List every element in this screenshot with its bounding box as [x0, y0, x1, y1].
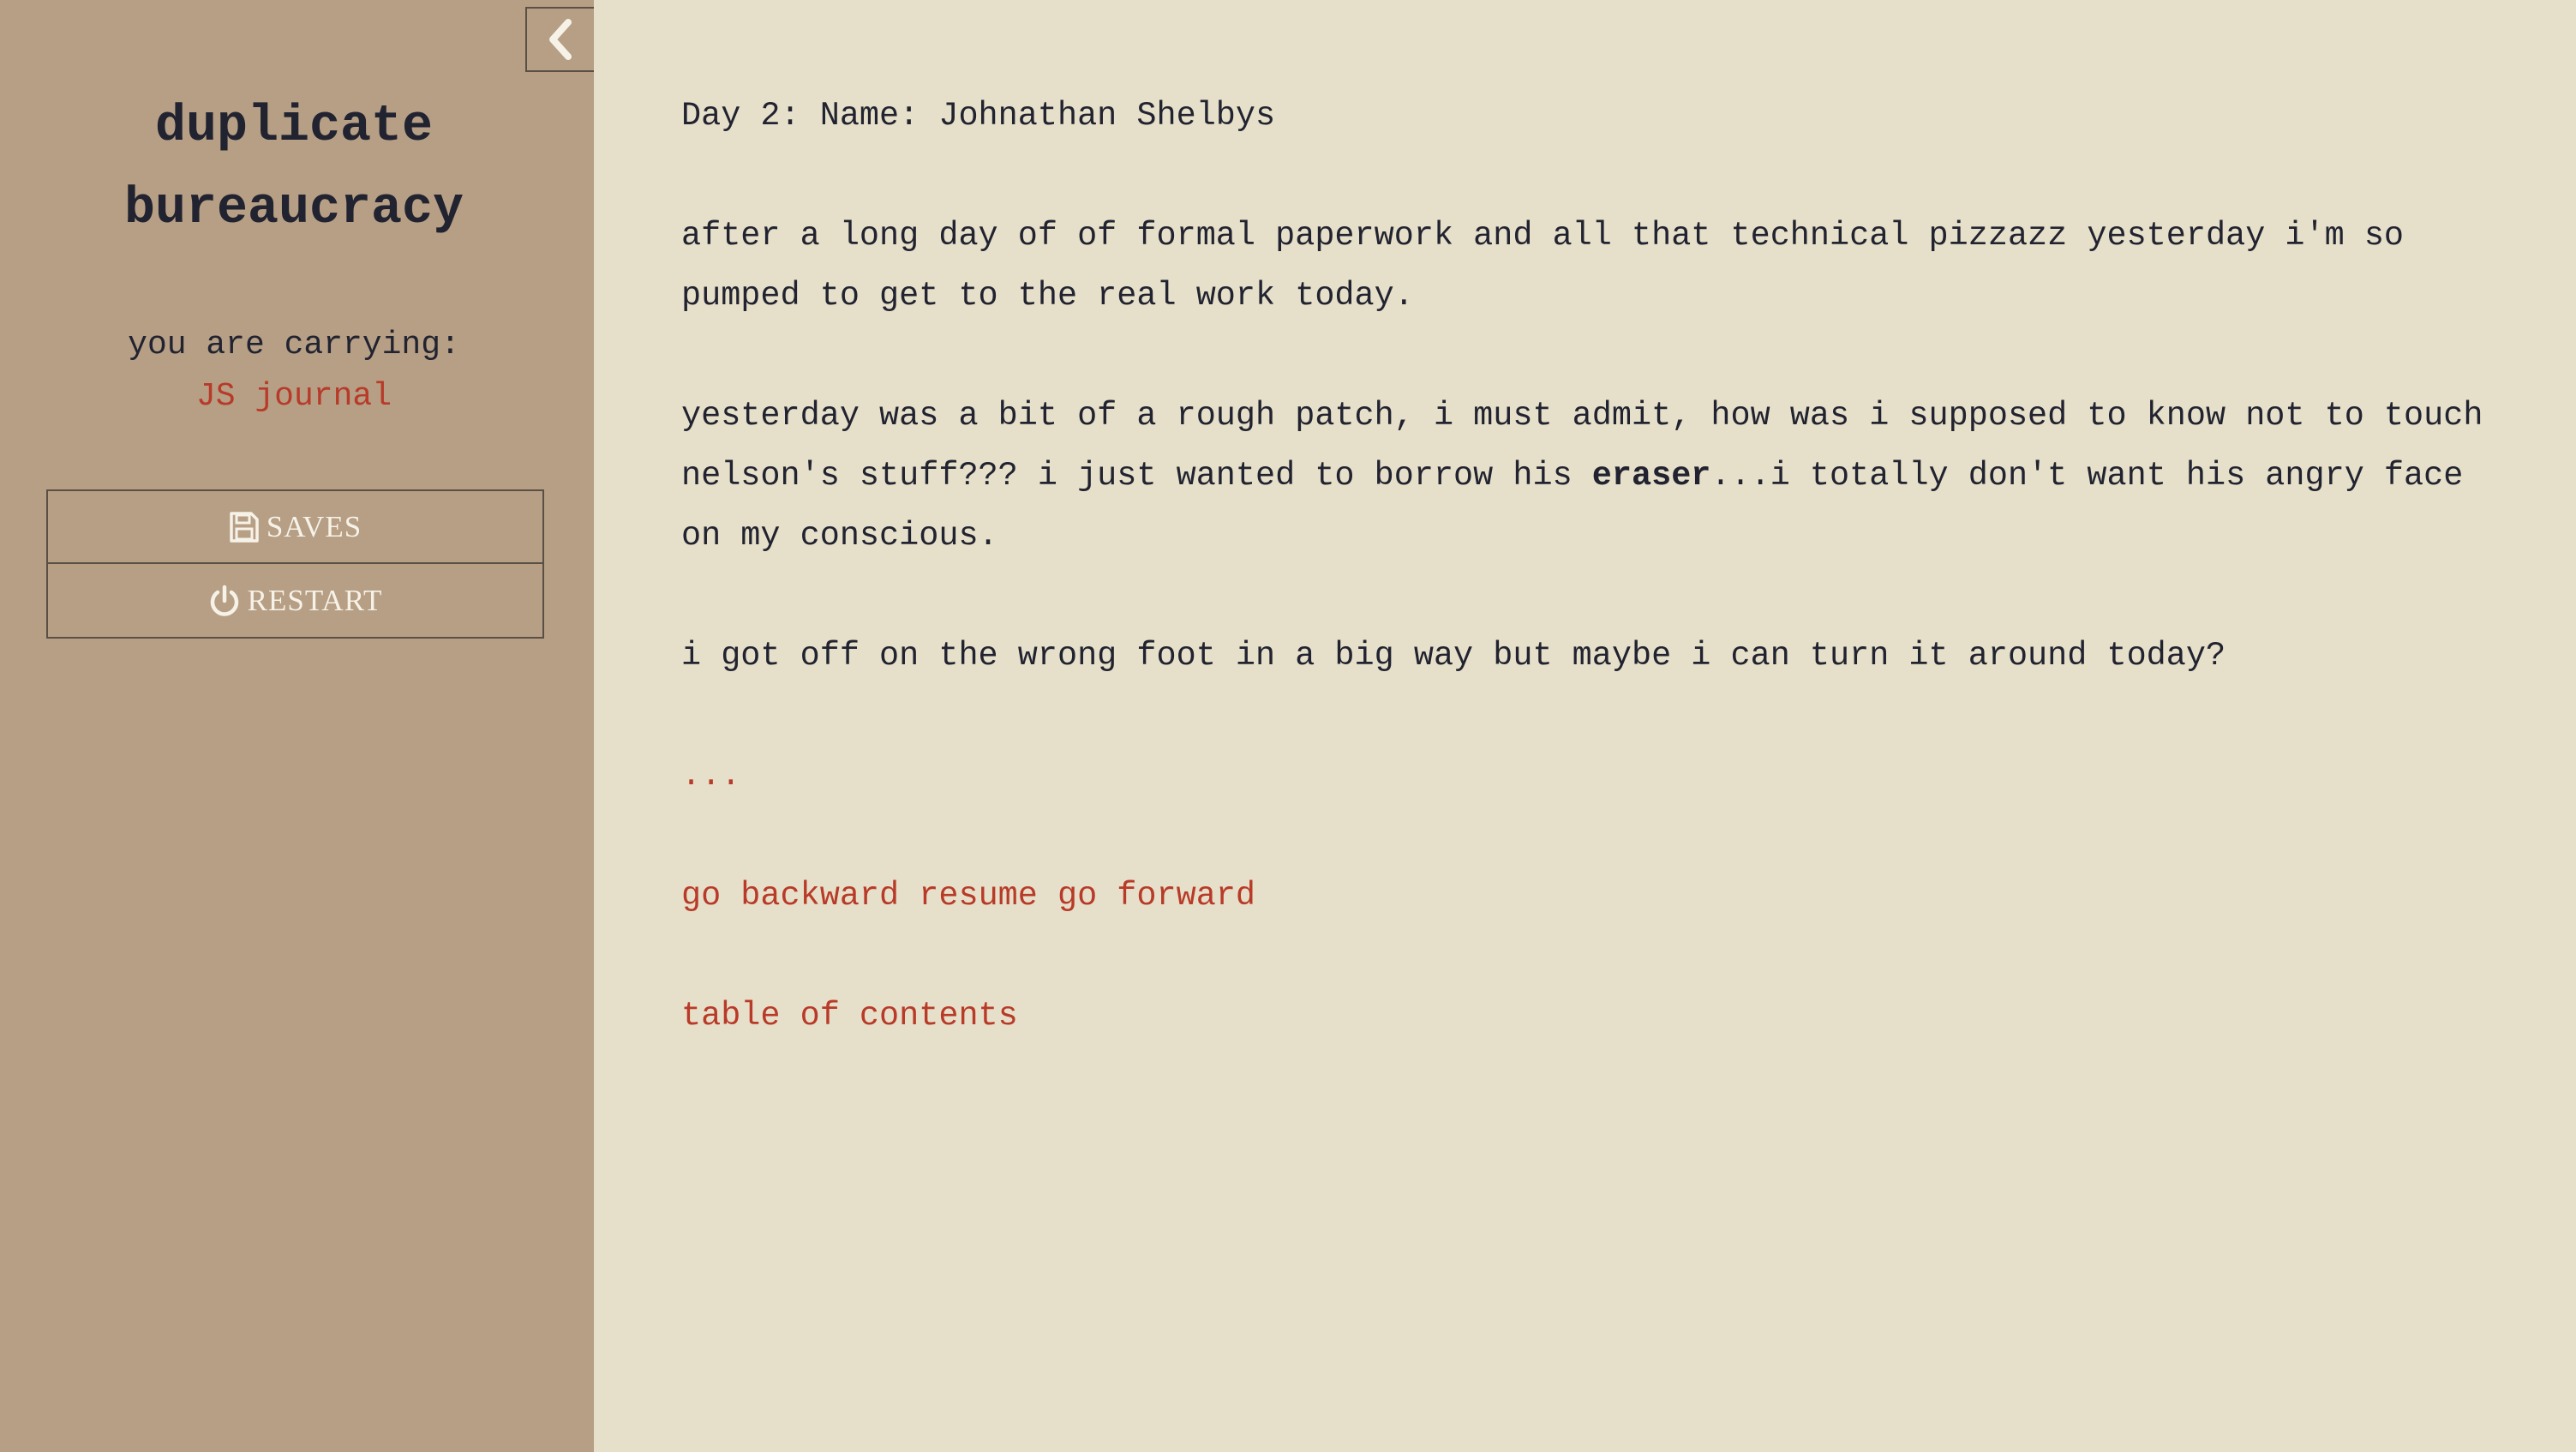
sidebar-menu: SAVES RESTART: [46, 489, 544, 639]
passage-paragraph-3: i got off on the wrong foot in a big way…: [681, 637, 2226, 675]
sidebar-collapse-button[interactable]: [525, 7, 594, 72]
passage: Day 2: Name: Johnathan Shelbys after a l…: [681, 86, 2515, 1046]
saves-button[interactable]: SAVES: [46, 489, 544, 564]
passage-paragraph-2: yesterday was a bit of a rough patch, i …: [681, 386, 2515, 566]
passage-heading: Day 2: Name: Johnathan Shelbys: [681, 97, 1276, 135]
go-forward-link[interactable]: go forward: [1057, 877, 1255, 915]
sidebar: duplicate bureaucracy you are carrying: …: [0, 0, 594, 1452]
story-title: duplicate bureaucracy: [0, 86, 588, 250]
eraser-emphasis: eraser: [1591, 457, 1711, 495]
restart-button[interactable]: RESTART: [46, 564, 544, 639]
chevron-left-icon: [549, 19, 572, 60]
ellipsis-link[interactable]: ...: [681, 757, 740, 795]
saves-label: SAVES: [266, 509, 362, 543]
power-icon: [210, 585, 238, 616]
go-backward-link[interactable]: go backward: [681, 877, 899, 915]
table-of-contents-link[interactable]: table of contents: [681, 997, 1018, 1035]
story-title-line-2: bureaucracy: [123, 180, 464, 238]
passage-paragraph-1: after a long day of of formal paperwork …: [681, 217, 2405, 315]
navigation-links: go backward resume go forward: [681, 866, 2515, 926]
inventory-label: you are carrying:: [128, 327, 460, 363]
restart-label: RESTART: [247, 583, 383, 617]
inventory-item-journal[interactable]: JS journal: [0, 373, 588, 421]
story-title-line-1: duplicate: [154, 98, 434, 156]
floppy-disk-icon: [230, 511, 259, 543]
resume-link[interactable]: resume: [919, 877, 1038, 915]
